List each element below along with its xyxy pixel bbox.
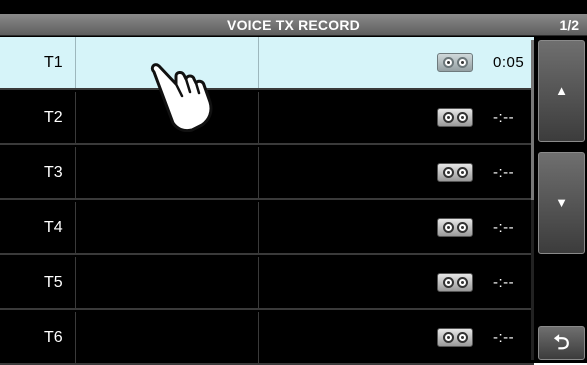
tape-cassette-icon xyxy=(437,328,473,347)
record-label-cell xyxy=(0,257,76,308)
record-memo-cell xyxy=(76,147,259,198)
record-label-cell xyxy=(0,312,76,363)
scroll-down-button[interactable]: ▼ xyxy=(538,152,585,254)
triangle-down-icon: ▼ xyxy=(555,195,568,210)
record-duration: -:-- xyxy=(493,274,515,291)
record-duration: -:-- xyxy=(493,219,515,236)
record-label: T1 xyxy=(44,54,63,71)
triangle-up-icon: ▲ xyxy=(555,83,568,98)
record-label: T5 xyxy=(44,274,63,291)
tape-cassette-icon xyxy=(437,163,473,182)
back-button[interactable]: ⮌ xyxy=(538,326,585,360)
record-row-t5[interactable]: T5 -:-- xyxy=(0,257,534,310)
record-memo-cell xyxy=(76,202,259,253)
record-label-cell xyxy=(0,92,76,143)
record-row-t2[interactable]: T2 -:-- xyxy=(0,92,534,145)
voice-tx-record-screen: VOICE TX RECORD 1/2 T1 0:05 T2 -:-- T3 -:-- T4… xyxy=(0,0,587,365)
title-bar: VOICE TX RECORD 1/2 xyxy=(0,14,587,36)
record-label: T2 xyxy=(44,109,63,126)
page-indicator: 1/2 xyxy=(559,17,579,33)
record-label-cell xyxy=(0,202,76,253)
tape-cassette-icon xyxy=(437,273,473,292)
pointing-hand-icon xyxy=(150,63,213,132)
record-row-t1[interactable]: T1 0:05 xyxy=(0,37,534,90)
record-memo-cell xyxy=(76,312,259,363)
record-duration: -:-- xyxy=(493,329,515,346)
record-label-cell xyxy=(0,147,76,198)
return-arrow-icon: ⮌ xyxy=(553,332,570,354)
record-row-t3[interactable]: T3 -:-- xyxy=(0,147,534,200)
record-label: T6 xyxy=(44,329,63,346)
record-row-t6[interactable]: T6 -:-- xyxy=(0,312,534,365)
screen-title: VOICE TX RECORD xyxy=(227,17,360,33)
record-duration: -:-- xyxy=(493,109,515,126)
record-label: T4 xyxy=(44,219,63,236)
tape-cassette-icon xyxy=(437,218,473,237)
sidebar: ▲ ▼ ⮌ xyxy=(534,37,587,363)
record-label: T3 xyxy=(44,164,63,181)
record-row-t4[interactable]: T4 -:-- xyxy=(0,202,534,255)
record-duration: -:-- xyxy=(493,164,515,181)
record-label-cell xyxy=(0,37,76,88)
record-memo-cell xyxy=(76,257,259,308)
record-list: T1 0:05 T2 -:-- T3 -:-- T4 -:-- T5 -:-- T6 -:-- xyxy=(0,37,534,365)
record-duration: 0:05 xyxy=(493,54,525,71)
tape-cassette-icon xyxy=(437,108,473,127)
tape-cassette-icon xyxy=(437,53,473,72)
scroll-up-button[interactable]: ▲ xyxy=(538,40,585,142)
